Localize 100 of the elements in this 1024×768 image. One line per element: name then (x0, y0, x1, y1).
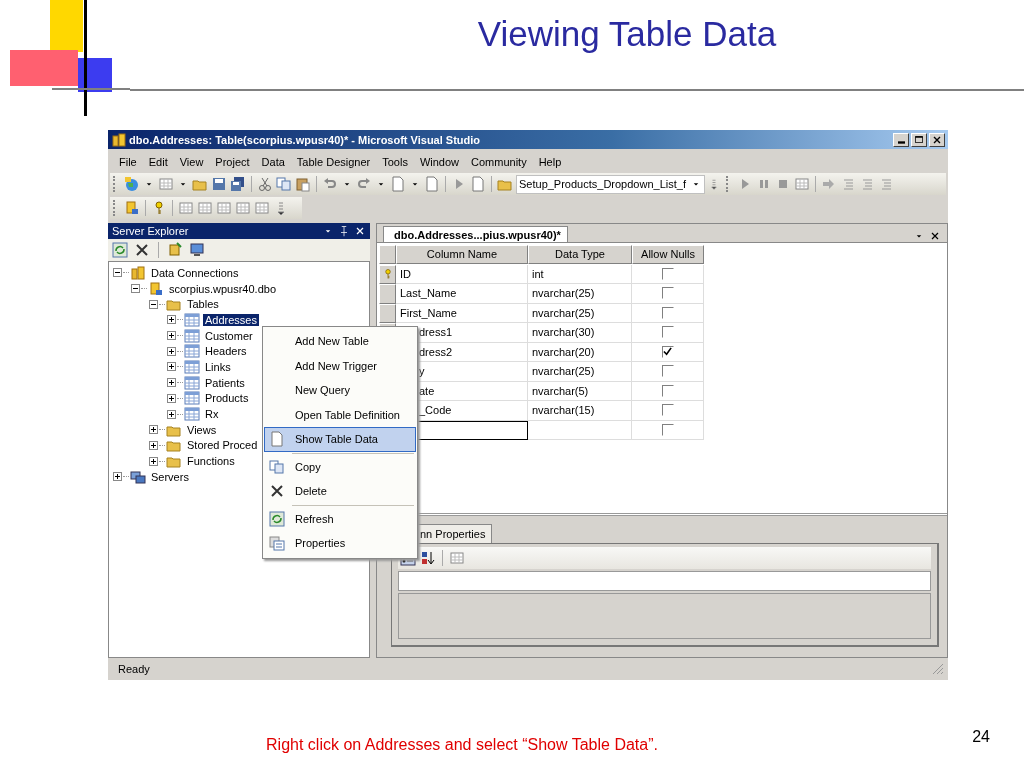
page-icon[interactable] (470, 176, 486, 192)
tree-item[interactable]: Data Connections (149, 266, 241, 279)
toolbar-grip[interactable] (113, 200, 118, 216)
arrow-icon[interactable] (820, 176, 837, 192)
menu-item[interactable]: Project (210, 154, 255, 170)
table-icon (184, 343, 200, 360)
checkbox[interactable] (661, 267, 674, 280)
sort-icon[interactable] (420, 550, 436, 566)
checkbox[interactable] (661, 384, 674, 397)
scissors-icon[interactable] (257, 176, 273, 192)
menu-item[interactable]: Table Designer (291, 154, 376, 170)
tree-item[interactable]: Customer (203, 329, 255, 342)
toolbar-grip[interactable] (725, 176, 731, 192)
menu-item[interactable]: Show Table Data (264, 427, 416, 452)
save-all-icon[interactable] (230, 176, 246, 192)
resize-grip-icon[interactable] (932, 663, 944, 675)
checkbox[interactable] (661, 345, 674, 358)
collapse-toggle[interactable] (149, 299, 158, 309)
collapse-toggle[interactable] (113, 268, 122, 278)
tree-item[interactable]: Functions (185, 455, 237, 468)
tree-item[interactable]: Addresses (203, 313, 259, 326)
menu-item[interactable]: Window (414, 154, 465, 170)
column-header[interactable]: Data Type (528, 245, 632, 264)
copy-icon (269, 458, 285, 475)
tree-item[interactable]: Products (203, 392, 251, 405)
menu-item[interactable]: File (114, 154, 142, 170)
column-header[interactable]: Column Name (396, 245, 528, 264)
expand-toggle[interactable] (167, 393, 176, 403)
expand-toggle[interactable] (167, 315, 176, 325)
grid-icon[interactable] (235, 200, 251, 216)
row-selector[interactable] (379, 264, 396, 284)
connect-icon[interactable] (167, 242, 183, 258)
document-tab[interactable]: dbo.Addresses...pius.wpusr40)* (383, 226, 568, 242)
copy-icon[interactable] (276, 176, 292, 192)
collapse-toggle[interactable] (131, 284, 140, 294)
save-icon[interactable] (211, 176, 227, 192)
menu-item[interactable]: Tools (377, 154, 413, 170)
table-cell: nvarchar(25) (528, 303, 632, 323)
menu-item[interactable]: Help (533, 154, 567, 170)
expand-toggle[interactable] (167, 362, 176, 372)
table-cell: nvarchar(30) (528, 323, 632, 343)
menu-item[interactable]: Delete (264, 479, 416, 504)
servers-icon (130, 468, 146, 485)
column-header[interactable]: Allow Nulls (632, 245, 704, 264)
tree-item[interactable]: Stored Proced (185, 439, 260, 452)
table-cell: Last_Name (396, 284, 528, 304)
tree-item[interactable]: Links (203, 360, 233, 373)
tree-item[interactable]: Headers (203, 345, 249, 358)
checkbox[interactable] (661, 287, 674, 300)
database-icon (148, 280, 164, 297)
configuration-dropdown[interactable]: Setup_Products_Dropdown_List_f (516, 174, 705, 194)
grid-icon[interactable] (197, 200, 213, 216)
expand-toggle[interactable] (167, 409, 176, 419)
toolbar-grip[interactable] (113, 176, 118, 192)
menu-item[interactable]: Community (466, 154, 532, 170)
expand-toggle[interactable] (167, 331, 176, 341)
checkbox[interactable] (661, 365, 674, 378)
grid-icon[interactable] (178, 200, 194, 216)
tree-item[interactable]: Views (185, 423, 219, 436)
grid-icon[interactable] (793, 176, 810, 192)
menu-item[interactable]: View (174, 154, 209, 170)
maximize-icon (913, 133, 925, 146)
properties-field[interactable] (398, 571, 931, 591)
tree-item[interactable]: Servers (149, 470, 191, 483)
expand-toggle[interactable] (149, 425, 158, 435)
cross-icon[interactable] (134, 242, 150, 258)
close-button[interactable] (929, 132, 945, 147)
expand-toggle[interactable] (167, 346, 176, 356)
row-selector[interactable] (379, 284, 396, 304)
database-icon[interactable] (124, 200, 140, 216)
empty-cell[interactable] (528, 420, 632, 440)
checkbox[interactable] (661, 404, 674, 417)
checkbox[interactable] (661, 306, 674, 319)
tree-item[interactable]: Patients (203, 376, 247, 389)
pin-icon[interactable] (338, 225, 350, 237)
properties-icon (269, 535, 285, 552)
expand-toggle[interactable] (167, 378, 176, 388)
slide-title: Viewing Table Data (477, 13, 777, 55)
tree-item[interactable]: Tables (185, 298, 221, 311)
expand-toggle[interactable] (149, 456, 158, 466)
expand-toggle[interactable] (149, 440, 158, 450)
minimize-button[interactable] (893, 132, 909, 147)
close-icon[interactable] (354, 225, 366, 237)
grid-icon[interactable] (216, 200, 232, 216)
monitor-icon[interactable] (189, 242, 205, 258)
clipboard-icon[interactable] (295, 176, 311, 192)
row-selector[interactable] (379, 245, 396, 264)
menu-item[interactable]: Edit (143, 154, 173, 170)
refresh-icon[interactable] (112, 242, 128, 258)
menu-item[interactable]: Copy (264, 454, 416, 479)
page-icon (269, 431, 285, 448)
tree-item[interactable]: scorpius.wpusr40.dbo (167, 282, 278, 295)
checkbox[interactable] (661, 423, 674, 436)
database-icon (111, 131, 127, 148)
tree-item[interactable]: Rx (203, 408, 221, 421)
close-icon[interactable] (929, 230, 941, 242)
expand-toggle[interactable] (113, 472, 122, 482)
menu-item[interactable]: Data (256, 154, 290, 170)
checkbox[interactable] (661, 326, 674, 339)
maximize-button[interactable] (911, 132, 927, 147)
